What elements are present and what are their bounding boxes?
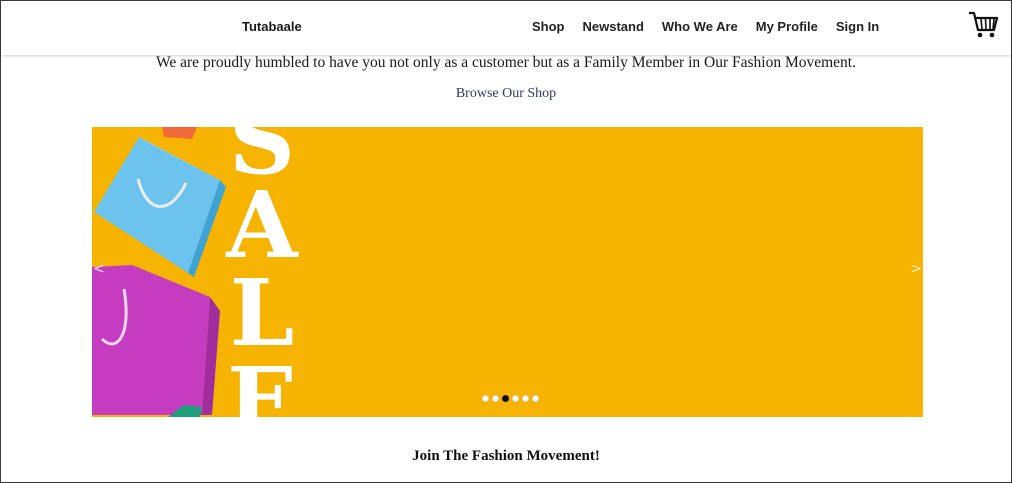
main-nav: Shop Newstand Who We Are My Profile Sign… bbox=[532, 19, 897, 34]
carousel-dot-2[interactable] bbox=[492, 395, 499, 402]
welcome-message: We are proudly humbled to have you not o… bbox=[156, 54, 856, 71]
carousel-dot-5[interactable] bbox=[522, 395, 529, 402]
brand-logo-text[interactable]: Tutabaale bbox=[242, 19, 302, 34]
carousel-dot-6[interactable] bbox=[532, 395, 539, 402]
top-navbar: Tutabaale Shop Newstand Who We Are My Pr… bbox=[1, 1, 1011, 55]
svg-text:E: E bbox=[227, 347, 297, 417]
carousel-dot-1[interactable] bbox=[482, 395, 489, 402]
hero-carousel[interactable]: S A L E < > bbox=[92, 127, 923, 417]
nav-newstand[interactable]: Newstand bbox=[583, 19, 644, 34]
carousel-next-arrow[interactable]: > bbox=[910, 261, 922, 277]
carousel-dot-3[interactable] bbox=[502, 395, 509, 402]
shopping-cart-icon[interactable] bbox=[968, 10, 1000, 40]
browse-shop-link[interactable]: Browse Our Shop bbox=[1, 86, 1011, 102]
carousel-indicators bbox=[482, 395, 542, 402]
nav-sign-in[interactable]: Sign In bbox=[836, 19, 879, 34]
nav-my-profile[interactable]: My Profile bbox=[756, 19, 818, 34]
nav-who-we-are[interactable]: Who We Are bbox=[662, 19, 738, 34]
nav-shop[interactable]: Shop bbox=[532, 19, 565, 34]
carousel-dot-4[interactable] bbox=[512, 395, 519, 402]
carousel-prev-arrow[interactable]: < bbox=[93, 261, 105, 277]
join-movement-heading: Join The Fashion Movement! bbox=[412, 448, 600, 464]
sale-banner-image: S A L E bbox=[92, 127, 923, 417]
